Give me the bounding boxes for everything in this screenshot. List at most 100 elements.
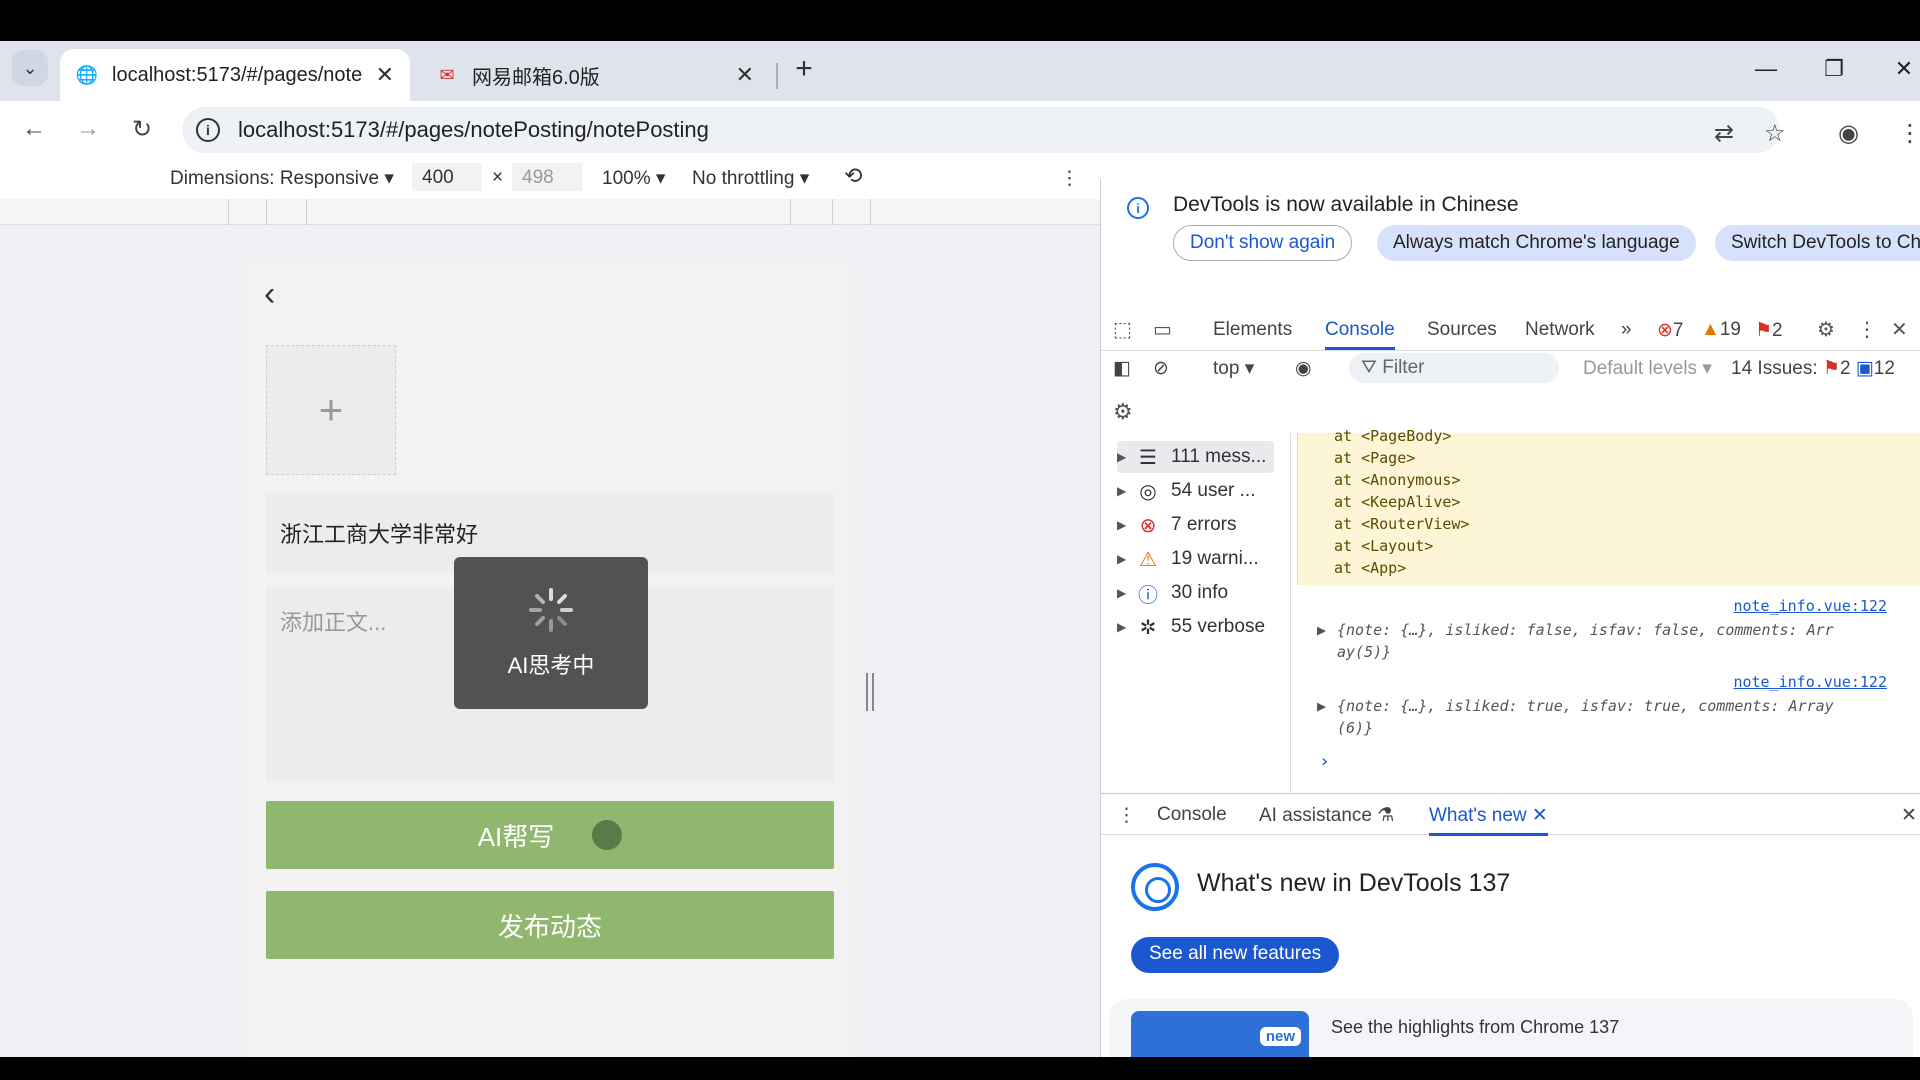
drawer-tab-console[interactable]: Console — [1157, 804, 1227, 826]
match-language-button[interactable]: Always match Chrome's language — [1377, 225, 1696, 261]
console-sidebar: ▶ ☰ 111 mess... ▶ ◎ 54 user ... ▶ ⊗ 7 errors ▶… — [1101, 433, 1291, 793]
back-chevron-icon[interactable]: ‹ — [264, 275, 275, 314]
whats-new-title: What's new in DevTools 137 — [1197, 869, 1511, 897]
reload-icon[interactable]: ↻ — [124, 111, 160, 147]
sidebar-item-warnings[interactable]: ▶ ⚠ 19 warni... — [1117, 543, 1259, 575]
log-entry[interactable]: ▶ {note: {…}, isliked: false, isfav: fal… — [1317, 619, 1907, 663]
close-devtools-icon[interactable]: ✕ — [1891, 317, 1908, 342]
new-badge: new — [1259, 1027, 1301, 1046]
language-banner: i DevTools is now available in Chinese D… — [1101, 179, 1920, 269]
warning-icon: ⚠ — [1139, 548, 1157, 571]
tab-elements[interactable]: Elements — [1213, 319, 1292, 341]
source-link[interactable]: note_info.vue:122 — [1733, 597, 1887, 615]
devtools-menu-icon[interactable]: ⋮ — [1857, 317, 1877, 342]
source-link[interactable]: note_info.vue:122 — [1733, 673, 1887, 691]
width-input[interactable]: 400 — [412, 163, 482, 191]
see-all-features-button[interactable]: See all new features — [1131, 937, 1340, 973]
globe-icon: 🌐 — [75, 64, 99, 85]
log-levels-dropdown[interactable]: Default levels ▾ — [1583, 357, 1712, 380]
close-tab-icon[interactable]: ✕ — [736, 62, 754, 88]
drawer-tabbar: ⋮ Console AI assistance ⚗ What's new ✕ ✕ — [1101, 793, 1920, 836]
address-bar[interactable]: i localhost:5173/#/pages/notePosting/not… — [182, 107, 1780, 153]
tab-netease-mail[interactable]: ✉ 网易邮箱6.0版 ✕ — [420, 49, 770, 101]
live-expression-eye-icon[interactable]: ◉ — [1295, 357, 1312, 380]
console-settings-gear-icon[interactable]: ⚙ — [1113, 399, 1133, 425]
dimensions-dropdown[interactable]: Dimensions: Responsive ▾ — [170, 167, 394, 190]
new-tab-icon[interactable]: + — [786, 51, 822, 87]
sidebar-item-messages[interactable]: ▶ ☰ 111 mess... — [1117, 441, 1275, 473]
zoom-dropdown[interactable]: 100% ▾ — [602, 167, 665, 190]
throttling-dropdown[interactable]: No throttling ▾ — [692, 167, 809, 190]
user-icon: ◎ — [1139, 480, 1157, 503]
settings-gear-icon[interactable]: ⚙ — [1817, 317, 1835, 342]
chrome-logo-icon — [1131, 863, 1179, 911]
bug-icon: ✲ — [1139, 616, 1157, 639]
sidebar-item-info[interactable]: ▶ ⓘ 30 info — [1117, 577, 1228, 609]
restore-icon[interactable]: ❐ — [1812, 51, 1856, 87]
device-menu-icon[interactable]: ⋮ — [1060, 167, 1079, 190]
rotate-icon[interactable]: ⟲ — [844, 163, 862, 189]
forward-arrow-icon[interactable]: → — [70, 111, 106, 147]
devtools-panel: i DevTools is now available in Chinese D… — [1100, 179, 1920, 1057]
bookmark-star-icon[interactable]: ☆ — [1764, 119, 1786, 148]
list-icon: ☰ — [1139, 446, 1157, 469]
drawer-tab-ai-assistance[interactable]: AI assistance ⚗ — [1259, 804, 1394, 827]
flask-icon: ⚗ — [1377, 805, 1395, 826]
device-toolbar: Dimensions: Responsive ▾ 400 × 498 100% … — [0, 157, 1100, 199]
height-input[interactable]: 498 — [512, 163, 582, 191]
inspect-element-icon[interactable]: ⬚ — [1113, 317, 1132, 342]
minimize-icon[interactable]: — — [1744, 51, 1788, 87]
menu-kebab-icon[interactable]: ⋮ — [1898, 119, 1920, 148]
close-icon: ✕ — [1531, 805, 1548, 826]
console-prompt-icon[interactable]: › — [1319, 751, 1330, 772]
log-entry[interactable]: ▶ {note: {…}, isliked: true, isfav: true… — [1317, 695, 1907, 739]
context-selector[interactable]: top ▾ — [1213, 357, 1254, 380]
sidebar-item-user-messages[interactable]: ▶ ◎ 54 user ... — [1117, 475, 1256, 507]
app-header: ‹ — [246, 261, 854, 327]
dont-show-again-button[interactable]: Don't show again — [1173, 225, 1353, 261]
resize-handle-right[interactable] — [866, 673, 874, 711]
issues-summary[interactable]: 14 Issues: ⚑2 ▣12 — [1731, 357, 1895, 380]
console-toolbar: ◧ ⊘ top ▾ ◉ ⛛ Filter Default levels ▾ 14… — [1101, 351, 1920, 385]
tab-localhost[interactable]: 🌐 localhost:5173/#/pages/note ✕ — [60, 49, 410, 101]
screen: ⌄ 🌐 localhost:5173/#/pages/note ✕ ✉ 网易邮箱… — [0, 0, 1920, 1080]
close-tab-icon[interactable]: ✕ — [376, 62, 394, 88]
info-icon: ⓘ — [1138, 584, 1158, 607]
close-window-icon[interactable]: ✕ — [1882, 51, 1920, 87]
drawer-tab-whats-new[interactable]: What's new ✕ — [1429, 804, 1548, 836]
translate-icon[interactable]: ⇄ — [1714, 119, 1734, 148]
sidebar-item-verbose[interactable]: ▶ ✲ 55 verbose — [1117, 611, 1265, 643]
devtools-tabbar: ⬚ ▭ Elements Console Sources Network » ⊗… — [1101, 311, 1920, 351]
device-viewport: ‹ + 浙江工商大学非常好 添加正文... AI帮写 发布动态 AI思考中 — [0, 225, 1100, 1057]
image-upload-button[interactable]: + — [266, 345, 396, 475]
console-output: at <PageBody> at <Page> at <Anonymous> a… — [1297, 427, 1920, 793]
sidebar-toggle-icon[interactable]: ◧ — [1113, 357, 1131, 380]
highlight-text: See the highlights from Chrome 137 — [1331, 1017, 1620, 1037]
issues-counter[interactable]: ⚑2 — [1755, 319, 1783, 342]
publish-button[interactable]: 发布动态 — [266, 891, 834, 959]
highlight-card[interactable]: new See the highlights from Chrome 137 — [1109, 999, 1913, 1057]
close-drawer-icon[interactable]: ✕ — [1901, 804, 1917, 827]
error-counter[interactable]: ⊗7 — [1657, 319, 1684, 342]
site-info-icon[interactable]: i — [196, 118, 220, 142]
times-sign: × — [492, 167, 504, 188]
filter-input[interactable]: ⛛ Filter — [1349, 353, 1559, 383]
tab-console[interactable]: Console — [1325, 319, 1395, 350]
device-toggle-icon[interactable]: ▭ — [1153, 317, 1172, 342]
ai-write-button[interactable]: AI帮写 — [266, 801, 834, 869]
tab-sources[interactable]: Sources — [1427, 319, 1497, 341]
clear-console-icon[interactable]: ⊘ — [1153, 357, 1169, 380]
warning-counter[interactable]: ▲19 — [1701, 319, 1741, 341]
switch-language-button[interactable]: Switch DevTools to Ch — [1715, 225, 1920, 261]
more-tabs-icon[interactable]: » — [1621, 319, 1632, 341]
tab-network[interactable]: Network — [1525, 319, 1595, 341]
highlight-thumbnail: new — [1131, 1011, 1309, 1057]
tab-title: localhost:5173/#/pages/note — [112, 63, 363, 86]
profile-icon[interactable]: ◉ — [1838, 119, 1859, 148]
back-arrow-icon[interactable]: ← — [16, 111, 52, 147]
tab-search-chevron-icon[interactable]: ⌄ — [12, 50, 48, 86]
drawer-menu-icon[interactable]: ⋮ — [1117, 804, 1136, 827]
tab-title: 网易邮箱6.0版 — [472, 66, 600, 89]
info-icon: i — [1127, 197, 1149, 219]
sidebar-item-errors[interactable]: ▶ ⊗ 7 errors — [1117, 509, 1236, 541]
